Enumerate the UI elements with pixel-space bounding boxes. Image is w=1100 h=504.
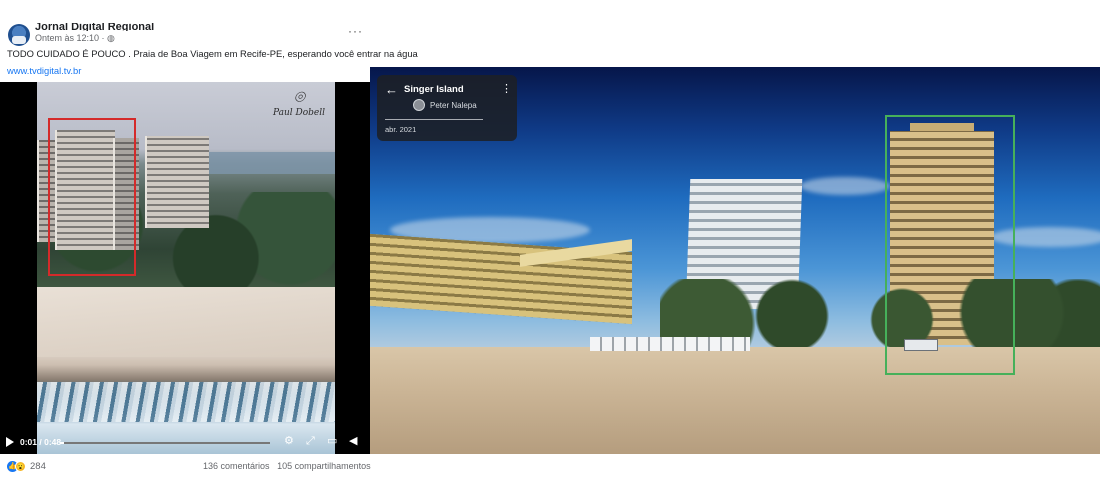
building bbox=[145, 136, 209, 228]
post-caption: TODO CUIDADO É POUCO . Praia de Boa Viag… bbox=[7, 48, 418, 59]
page-avatar[interactable] bbox=[8, 24, 30, 46]
author-avatar[interactable] bbox=[413, 99, 425, 111]
capture-date: abr. 2021 bbox=[385, 125, 417, 134]
kebab-menu-icon[interactable]: ⋮ bbox=[501, 83, 512, 95]
wow-icon: 😮 bbox=[15, 461, 26, 472]
camera-icon: ⌾ bbox=[293, 87, 305, 108]
volume-icon[interactable]: ◀ bbox=[349, 435, 357, 447]
gear-icon[interactable]: ⚙ bbox=[284, 435, 294, 447]
highlight-box-green bbox=[885, 115, 1015, 375]
beach-chairs bbox=[590, 337, 750, 351]
street-view-image[interactable]: ← Singer Island ⋮ Peter Nalepa abr. 2021 bbox=[370, 67, 1100, 454]
pip-icon[interactable]: ▭ bbox=[327, 435, 337, 447]
highlight-box-red bbox=[48, 118, 136, 276]
expand-icon[interactable]: ⤢ bbox=[306, 435, 315, 447]
post-timestamp[interactable]: Ontem às 12:10 · ◍ bbox=[35, 33, 115, 44]
more-options-icon[interactable]: ··· bbox=[348, 24, 363, 38]
progress-bar[interactable] bbox=[60, 442, 270, 444]
location-title: Singer Island bbox=[404, 84, 464, 95]
surf bbox=[37, 382, 335, 422]
globe-icon: ◍ bbox=[107, 33, 115, 43]
lagoon bbox=[207, 152, 335, 174]
post-link[interactable]: www.tvdigital.tv.br bbox=[7, 65, 81, 76]
back-arrow-icon[interactable]: ← bbox=[385, 83, 398, 96]
watermark-text: Paul Dobell bbox=[272, 108, 326, 118]
shares-count[interactable]: 105 compartilhamentos bbox=[277, 461, 371, 471]
engagement-stats: 136 comentários 105 compartilhamentos bbox=[203, 461, 376, 471]
video-player[interactable]: ⌾ Paul Dobell 0:01 / 0:48 ⚙ ⤢ ▭ ◀ bbox=[0, 82, 370, 454]
reaction-count: 284 bbox=[30, 461, 46, 472]
video-time: 0:01 / 0:48 bbox=[20, 437, 62, 447]
author-name[interactable]: Peter Nalepa bbox=[430, 101, 477, 110]
video-controls: 0:01 / 0:48 ⚙ ⤢ ▭ ◀ bbox=[0, 432, 370, 454]
post-header: Jornal Digital Regional Ontem às 12:10 ·… bbox=[0, 0, 418, 82]
street-view-info-card: ← Singer Island ⋮ Peter Nalepa abr. 2021 bbox=[377, 75, 517, 141]
page-name[interactable]: Jornal Digital Regional bbox=[35, 23, 154, 31]
play-icon[interactable] bbox=[6, 437, 14, 447]
photographer-watermark: ⌾ Paul Dobell bbox=[269, 88, 329, 128]
divider bbox=[385, 119, 483, 120]
comments-count[interactable]: 136 comentários bbox=[203, 461, 270, 471]
beach bbox=[37, 287, 335, 357]
cloud bbox=[800, 177, 890, 195]
progress-fill bbox=[60, 442, 65, 444]
